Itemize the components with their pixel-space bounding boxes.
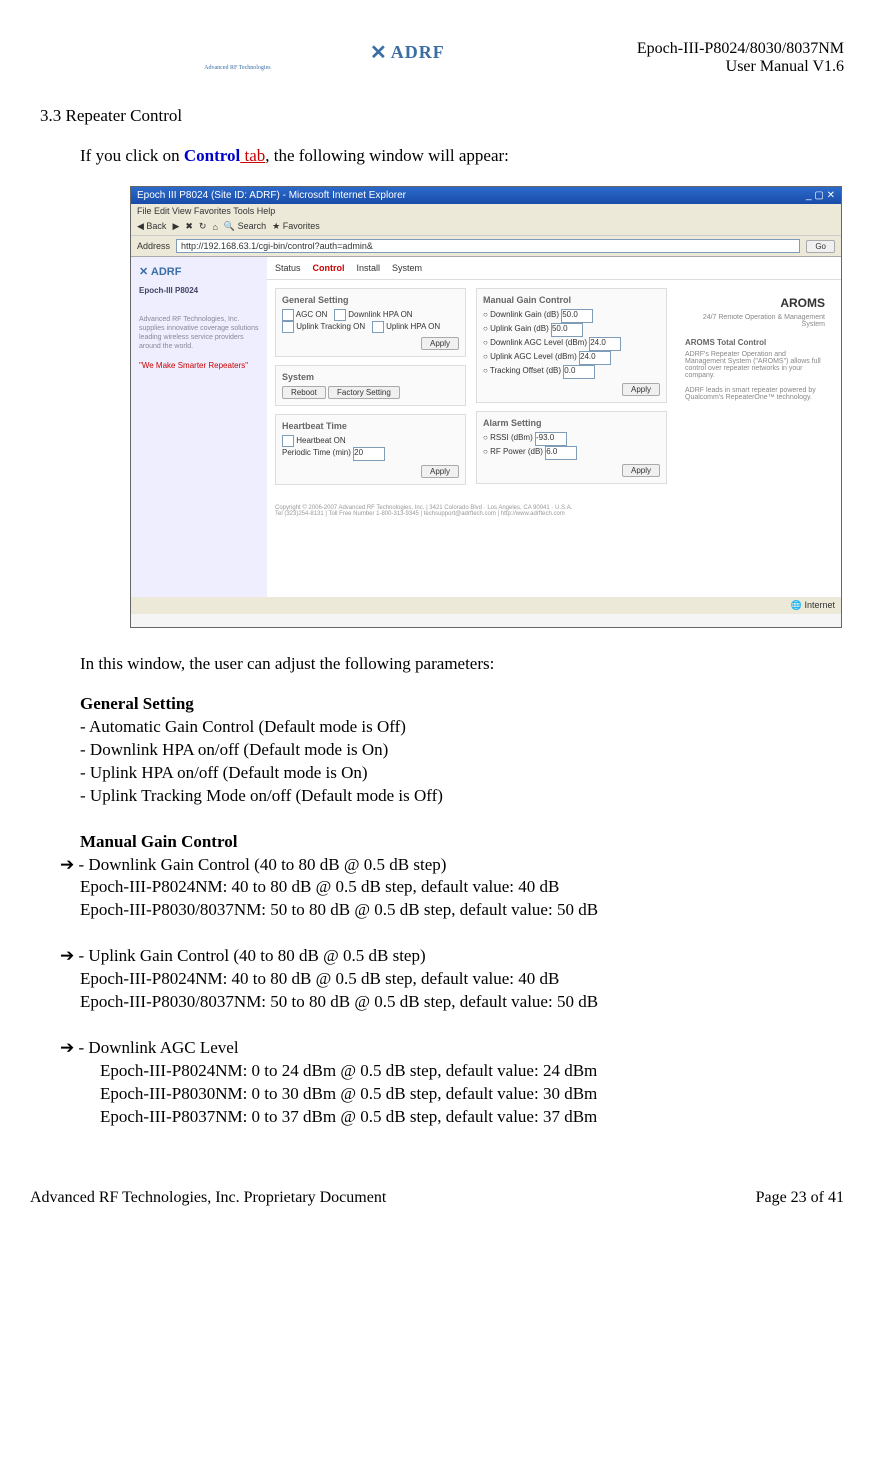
logo: ✕ ADRF Advanced RF Technologies [30, 40, 445, 71]
mgc-apply-button[interactable]: Apply [622, 383, 660, 396]
dlgain-input[interactable]: 50.0 [561, 309, 593, 323]
forward-button[interactable]: ▶ [172, 221, 179, 232]
gs-line1: - Automatic Gain Control (Default mode i… [80, 716, 844, 739]
panel-alarm: Alarm Setting ○ RSSI (dBm) -93.0 ○ RF Po… [476, 411, 667, 484]
main-area: Status Control Install System General Se… [267, 257, 841, 597]
tabs: Status Control Install System [267, 257, 841, 280]
mgc-block2: ➔ - Uplink Gain Control (40 to 80 dB @ 0… [60, 945, 844, 1014]
page-header: ✕ ADRF Advanced RF Technologies Epoch-II… [30, 40, 844, 76]
panel-heartbeat: Heartbeat Time Heartbeat ON Periodic Tim… [275, 414, 466, 485]
intro-line: If you click on Control tab, the followi… [80, 146, 844, 166]
rbox-desc2: ADRF leads in smart repeater powered by … [685, 387, 825, 401]
alarm-title: Alarm Setting [483, 418, 660, 428]
copyright: Copyright © 2006-2007 Advanced RF Techno… [267, 501, 841, 521]
gs-title: General Setting [282, 295, 459, 305]
address-bar: Address http://192.168.63.1/cgi-bin/cont… [131, 236, 841, 257]
right-panel: AROMS 24/7 Remote Operation & Management… [677, 288, 833, 493]
back-button[interactable]: ◀ Back [137, 221, 166, 232]
factory-button[interactable]: Factory Setting [328, 386, 400, 399]
address-label: Address [137, 241, 170, 251]
search-button[interactable]: 🔍 Search [224, 221, 266, 232]
window-intro: In this window, the user can adjust the … [80, 653, 844, 676]
go-button[interactable]: Go [806, 240, 835, 253]
toolbar: ◀ Back ▶ ✖ ↻ ⌂ 🔍 Search ★ Favorites [131, 218, 841, 236]
tab-status[interactable]: Status [275, 263, 301, 273]
rfpwr-input[interactable]: 6.0 [545, 446, 577, 460]
side-slogan: "We Make Smarter Repeaters" [139, 361, 259, 370]
dlagc-input[interactable]: 24.0 [589, 337, 621, 351]
sidebar: ✕ ADRF Epoch-III P8024 Advanced RF Techn… [131, 257, 267, 597]
side-desc: Advanced RF Technologies, Inc. supplies … [139, 315, 259, 351]
status-internet: 🌐 Internet [791, 600, 835, 611]
agc-checkbox[interactable] [282, 309, 294, 321]
gs-line2: - Downlink HPA on/off (Default mode is O… [80, 739, 844, 762]
dlhpa-checkbox[interactable] [334, 309, 346, 321]
stop-icon[interactable]: ✖ [185, 221, 193, 232]
footer-left: Advanced RF Technologies, Inc. Proprieta… [30, 1189, 386, 1207]
tab-word: tab [240, 146, 265, 165]
rbox-title: AROMS Total Control [685, 338, 825, 347]
menu-bar[interactable]: File Edit View Favorites Tools Help [131, 204, 841, 218]
hb-apply-button[interactable]: Apply [421, 465, 459, 478]
panel-general-setting: General Setting AGC ON Downlink HPA ON U… [275, 288, 466, 357]
sys-title: System [282, 372, 459, 382]
gs-line3: - Uplink HPA on/off (Default mode is On) [80, 762, 844, 785]
logo-subtitle: Advanced RF Technologies [204, 65, 270, 71]
reboot-button[interactable]: Reboot [282, 386, 326, 399]
mgc-heading: Manual Gain Control [80, 831, 844, 854]
side-logo: ✕ ADRF [139, 265, 259, 278]
status-bar: 🌐 Internet [131, 597, 841, 614]
tab-control[interactable]: Control [313, 263, 345, 273]
tab-system[interactable]: System [392, 263, 422, 273]
track-input[interactable]: 0.0 [563, 365, 595, 379]
arrow-icon: ➔ [60, 946, 74, 965]
alarm-apply-button[interactable]: Apply [622, 464, 660, 477]
refresh-icon[interactable]: ↻ [199, 221, 207, 232]
rbox-desc: ADRF's Repeater Operation and Management… [685, 351, 825, 379]
address-input[interactable]: http://192.168.63.1/cgi-bin/control?auth… [176, 239, 800, 253]
gs-apply-button[interactable]: Apply [421, 337, 459, 350]
home-icon[interactable]: ⌂ [212, 222, 217, 232]
page-footer: Advanced RF Technologies, Inc. Proprieta… [30, 1189, 844, 1207]
ulagc-input[interactable]: 24.0 [579, 351, 611, 365]
gs-line4: - Uplink Tracking Mode on/off (Default m… [80, 785, 844, 808]
mgc-block1: ➔ - Downlink Gain Control (40 to 80 dB @… [60, 854, 844, 923]
tab-install[interactable]: Install [357, 263, 381, 273]
arrow-icon: ➔ [60, 1038, 74, 1057]
rssi-input[interactable]: -93.0 [535, 432, 567, 446]
hb-period-input[interactable]: 20 [353, 447, 385, 461]
favorites-button[interactable]: ★ Favorites [272, 221, 320, 232]
mgc-title: Manual Gain Control [483, 295, 660, 305]
doc-title-2: User Manual V1.6 [637, 58, 844, 76]
aroms-title: AROMS [685, 296, 825, 310]
gs-heading: General Setting [80, 693, 844, 716]
arrow-icon: ➔ [60, 855, 74, 874]
body-content: In this window, the user can adjust the … [80, 653, 844, 1129]
window-title: Epoch III P8024 (Site ID: ADRF) - Micros… [137, 190, 406, 201]
ulgain-input[interactable]: 50.0 [551, 323, 583, 337]
hb-checkbox[interactable] [282, 435, 294, 447]
mgc-block3: ➔ - Downlink AGC Level Epoch-III-P8024NM… [60, 1037, 844, 1129]
control-word: Control [184, 146, 240, 165]
logo-brand: ADRF [391, 42, 445, 63]
section-title: 3.3 Repeater Control [40, 106, 844, 126]
window-controls[interactable]: _ ▢ ✕ [806, 190, 835, 201]
track-checkbox[interactable] [282, 321, 294, 333]
window-titlebar: Epoch III P8024 (Site ID: ADRF) - Micros… [131, 187, 841, 204]
aroms-sub: 24/7 Remote Operation & Management Syste… [685, 314, 825, 328]
intro-post: , the following window will appear: [265, 146, 509, 165]
screenshot-browser: Epoch III P8024 (Site ID: ADRF) - Micros… [130, 186, 842, 628]
side-model: Epoch-III P8024 [139, 286, 259, 295]
page-content: ✕ ADRF Epoch-III P8024 Advanced RF Techn… [131, 257, 841, 597]
hb-title: Heartbeat Time [282, 421, 459, 431]
doc-title-1: Epoch-III-P8024/8030/8037NM [637, 40, 844, 58]
header-doc-info: Epoch-III-P8024/8030/8037NM User Manual … [637, 40, 844, 76]
footer-right: Page 23 of 41 [756, 1189, 844, 1207]
logo-x-icon: ✕ [370, 40, 387, 65]
panel-manual-gain: Manual Gain Control ○ Downlink Gain (dB)… [476, 288, 667, 403]
panel-system: System Reboot Factory Setting [275, 365, 466, 406]
ulhpa-checkbox[interactable] [372, 321, 384, 333]
intro-pre: If you click on [80, 146, 184, 165]
